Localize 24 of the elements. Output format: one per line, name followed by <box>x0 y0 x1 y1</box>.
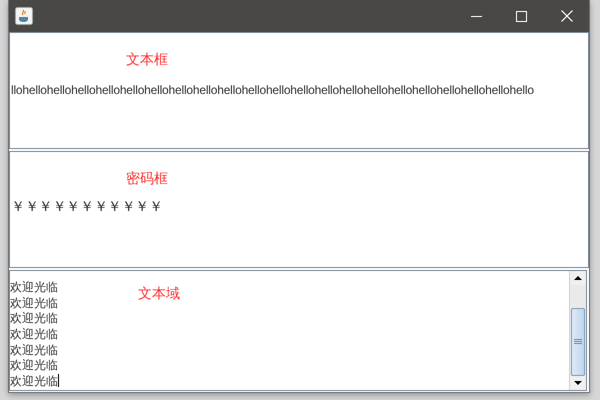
grip-icon <box>574 339 582 344</box>
text-area[interactable]: 欢迎光临 欢迎光临 欢迎光临 欢迎光临 欢迎光临 欢迎光临 欢迎光临 文本域 <box>9 270 587 391</box>
text-area-line: 欢迎光临 <box>10 327 58 343</box>
password-field-value[interactable]: ￥￥￥￥￥￥￥￥￥￥￥ <box>10 198 163 216</box>
up-arrow-icon <box>574 276 582 280</box>
text-area-line: 欢迎光临 <box>10 358 58 374</box>
maximize-icon <box>516 10 527 22</box>
text-area-line: 欢迎光临 <box>10 342 58 358</box>
text-area-line: 欢迎光临 <box>10 280 58 296</box>
java-cup-icon <box>15 7 33 25</box>
down-arrow-icon <box>574 380 582 385</box>
text-area-line: 欢迎光临 <box>10 296 58 312</box>
scroll-down-button[interactable] <box>570 376 586 390</box>
text-area-line: 欢迎光临 <box>10 374 59 390</box>
close-icon <box>560 10 572 22</box>
text-area-line: 欢迎光临 <box>10 311 58 328</box>
text-cursor <box>58 374 59 388</box>
text-field-value[interactable]: llohellohellohellohellohellohellohellohellohellohellohellohellohellohellohellohellohellohellohellohellohello <box>10 83 534 97</box>
scroll-up-button[interactable] <box>570 271 586 285</box>
scroll-thumb[interactable] <box>571 308 585 376</box>
panel-label: 密码框 <box>126 170 169 188</box>
vertical-scrollbar[interactable] <box>569 271 586 390</box>
panel-label: 文本框 <box>126 51 169 69</box>
text-area-label: 文本域 <box>138 285 180 303</box>
